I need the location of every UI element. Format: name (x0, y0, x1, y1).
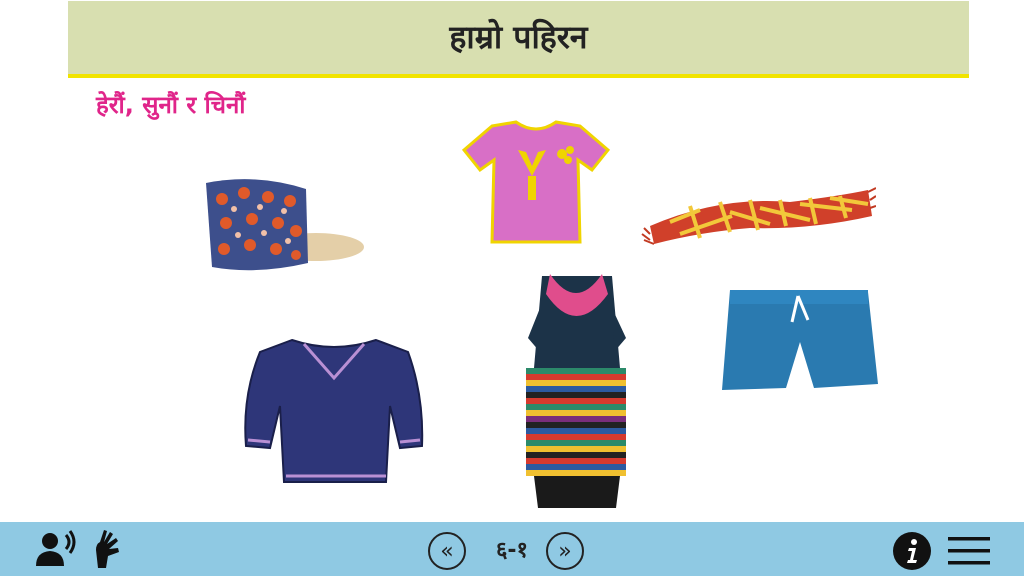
blue-sweater-image (244, 338, 424, 483)
instruction-text: हेरौं, सुनौं र चिनौं (96, 91, 246, 119)
page-title: हाम्रो पहिरन (449, 18, 588, 56)
blue-shorts-image (722, 290, 878, 390)
chevrons-left-icon: « (440, 538, 454, 564)
page-number: ६-१ (495, 538, 528, 563)
next-page-button[interactable]: » (546, 532, 584, 570)
info-icon[interactable] (893, 532, 931, 570)
chevrons-right-icon: » (558, 538, 572, 564)
title-bar: हाम्रो पहिरन (68, 1, 969, 78)
traditional-dress-image (526, 274, 626, 508)
checked-scarf-image (641, 187, 876, 245)
sign-language-icon[interactable] (92, 528, 122, 570)
topi-cap-image (206, 179, 364, 271)
audio-icon[interactable] (34, 530, 78, 568)
pink-tshirt-image (462, 120, 610, 244)
previous-page-button[interactable]: « (428, 532, 466, 570)
menu-icon[interactable] (948, 535, 990, 567)
